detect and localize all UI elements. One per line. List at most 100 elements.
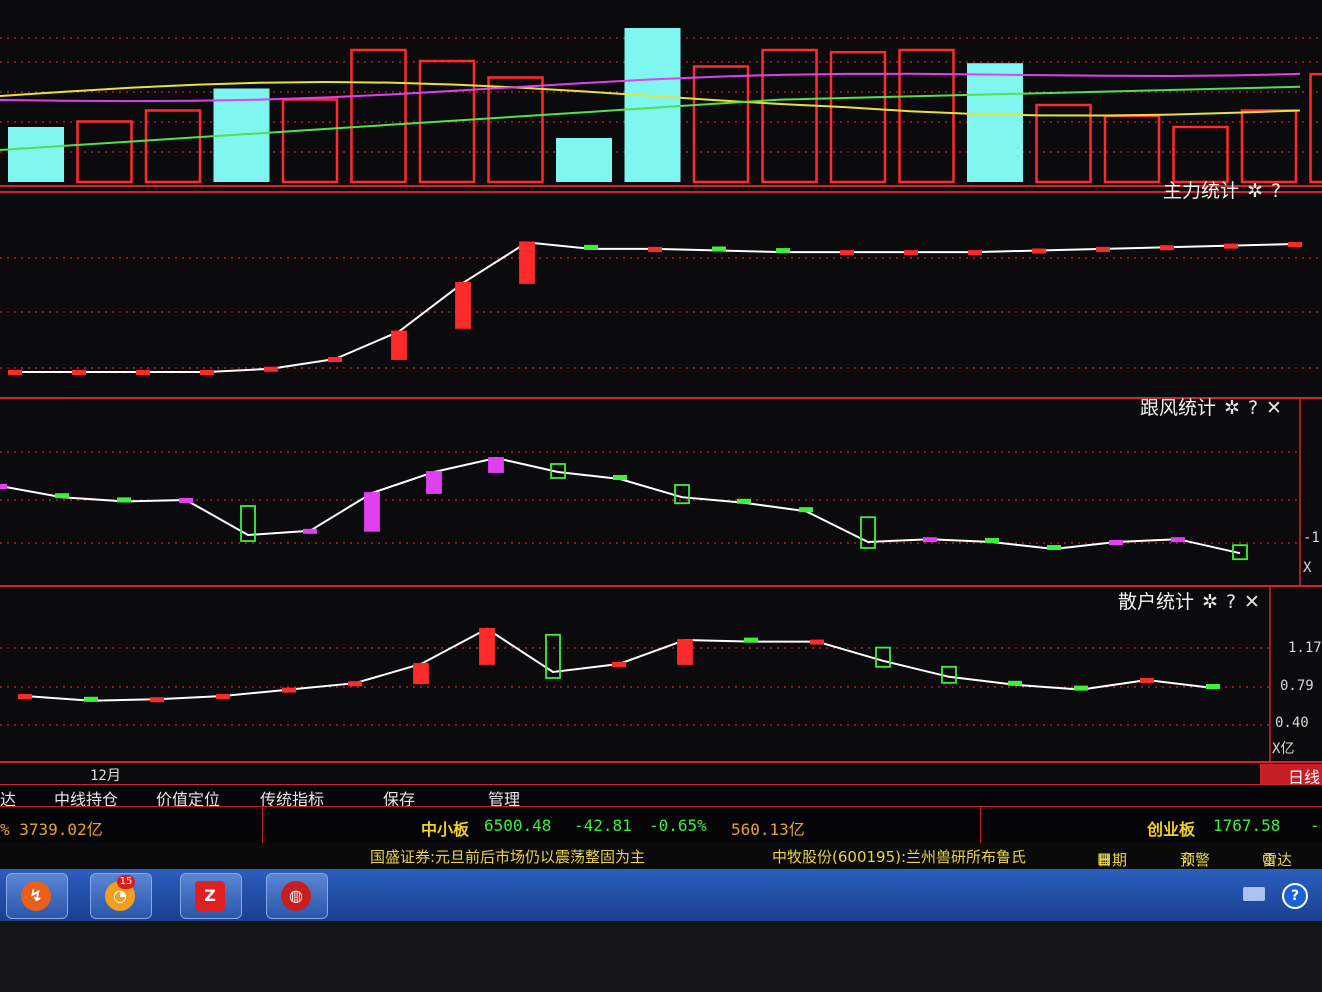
gem-board-name[interactable]: 创业板 xyxy=(1147,816,1195,840)
help-icon[interactable]: ? xyxy=(1271,180,1281,202)
main-stat-candle xyxy=(519,241,535,284)
main-stat-candle xyxy=(968,250,982,256)
follow-axis-unit: X xyxy=(1303,560,1312,576)
retail-axis-tick: 1.17 xyxy=(1288,640,1322,656)
follow-axis-tick: -1 xyxy=(1303,530,1320,546)
main-stat-candle xyxy=(1032,248,1046,254)
follow-stat-candle xyxy=(1171,537,1185,543)
sme-board-pct: -0.65% xyxy=(649,816,707,835)
main-panel-title: 主力统计 xyxy=(1163,180,1240,202)
retail-panel-header: 散户统计 ✲? ✕ xyxy=(1118,587,1260,614)
app-logo-icon: ↯ xyxy=(21,881,51,911)
follow-stat-candle xyxy=(117,497,131,503)
follow-stat-candle xyxy=(55,493,69,499)
close-icon[interactable]: ✕ xyxy=(1244,591,1260,613)
taskbar-app-button[interactable]: ◍ xyxy=(266,873,328,919)
charts-area xyxy=(0,0,1322,784)
follow-stat-candle xyxy=(1109,540,1123,545)
gear-icon[interactable]: ✲ xyxy=(1202,591,1218,613)
volume-bar xyxy=(8,127,64,182)
news-ticker: 国盛证券:元旦前后市场仍以震荡整固为主 中牧股份(600195):兰州兽研所布鲁… xyxy=(0,843,1322,869)
retail-stat-candle xyxy=(1206,684,1220,689)
taskbar-app-button[interactable]: Z xyxy=(180,873,242,919)
help-icon[interactable]: ? xyxy=(1248,397,1258,419)
period-tab-daily[interactable]: 日线 xyxy=(1260,764,1322,787)
monitor-bezel xyxy=(0,921,1322,992)
retail-axis-tick: 0.79 xyxy=(1280,678,1314,694)
retail-stat-candle xyxy=(413,663,429,685)
keyboard-tray-icon[interactable] xyxy=(1243,887,1265,901)
taskbar-app-button[interactable]: ◔ 15 xyxy=(90,873,152,919)
main-stat-candle xyxy=(840,250,854,256)
main-stat-candle xyxy=(328,357,342,363)
app-logo-icon: Z xyxy=(195,881,225,911)
main-stat-candle xyxy=(1160,245,1174,251)
taskbar-app-button[interactable]: ↯ xyxy=(6,873,68,919)
indicator-tabs: 达 中线持仓 价值定位 传统指标 保存 管理 xyxy=(0,784,1322,809)
main-panel-header: 主力统计 ✲? xyxy=(1163,176,1281,203)
gem-board-index: 1767.58 xyxy=(1213,816,1281,835)
sme-board-name[interactable]: 中小板 xyxy=(421,816,469,840)
retail-axis-unit: X亿 xyxy=(1272,741,1295,757)
alert-label: 预警 xyxy=(1180,851,1211,869)
help-icon[interactable]: ? xyxy=(1226,591,1236,613)
main-stat-candle xyxy=(391,330,407,360)
follow-stat-candle xyxy=(613,475,627,480)
retail-stat-candle xyxy=(348,681,362,687)
calendar-label: 日期 xyxy=(1097,851,1128,869)
follow-stat-candle xyxy=(303,528,317,534)
retail-stat-candle xyxy=(150,697,164,703)
gear-icon[interactable]: ✲ xyxy=(1224,397,1240,419)
main-stat-candle xyxy=(584,244,598,250)
follow-stat-candle xyxy=(0,484,7,489)
help-tray-icon[interactable]: ? xyxy=(1282,883,1308,909)
main-stat-candle xyxy=(455,281,471,329)
retail-stat-candle xyxy=(677,639,693,665)
sme-board-amount: 560.13亿 xyxy=(731,820,805,839)
retail-stat-candle xyxy=(612,662,626,667)
notification-badge: 15 xyxy=(117,875,135,889)
follow-stat-candle xyxy=(737,498,751,504)
follow-stat-candle xyxy=(179,498,193,503)
retail-stat-candle xyxy=(1140,678,1154,683)
retail-stat-candle xyxy=(479,627,495,665)
follow-stat-candle xyxy=(985,538,999,543)
volume-bar xyxy=(556,138,612,182)
retail-stat-candle xyxy=(84,696,98,702)
main-stat-candle xyxy=(1288,242,1302,248)
main-stat-candle xyxy=(264,366,278,372)
main-stat-candle xyxy=(8,370,22,375)
retail-stat-candle xyxy=(1074,685,1088,691)
sme-board-change: -42.81 xyxy=(574,816,632,835)
retail-stat-candle xyxy=(1008,680,1022,686)
market-status-bar: % 3739.02亿 中小板 6500.48 -42.81 -0.65% 560… xyxy=(0,806,1322,844)
main-stat-candle xyxy=(1224,243,1238,249)
main-stat-candle xyxy=(72,370,86,375)
news-headline[interactable]: 国盛证券:元旦前后市场仍以震荡整固为主 xyxy=(370,846,645,867)
retail-stat-candle xyxy=(744,637,758,643)
main-stat-candle xyxy=(136,370,150,375)
gear-icon[interactable]: ✲ xyxy=(1247,180,1263,202)
follow-stat-candle xyxy=(364,492,380,532)
main-stat-candle xyxy=(776,248,790,254)
left-index-amount: % 3739.02亿 xyxy=(0,820,103,839)
retail-stat-candle xyxy=(810,639,824,645)
follow-stat-candle xyxy=(426,471,442,494)
close-icon[interactable]: ✕ xyxy=(1266,397,1282,419)
retail-stat-candle xyxy=(282,687,296,693)
gem-board-change: - xyxy=(1310,816,1320,835)
radar-label: 雷达 xyxy=(1262,851,1293,869)
sme-board-index: 6500.48 xyxy=(484,816,552,835)
news-headline[interactable]: 中牧股份(600195):兰州兽研所布鲁氏 xyxy=(772,846,1026,867)
windows-taskbar: ↯ ◔ 15 Z ◍ ? xyxy=(0,869,1322,921)
volume-bar xyxy=(967,63,1023,183)
follow-panel-title: 跟风统计 xyxy=(1140,397,1217,419)
follow-stat-candle xyxy=(799,507,813,513)
retail-stat-candle xyxy=(216,694,230,699)
month-label: 12月 xyxy=(90,768,121,784)
retail-stat-candle xyxy=(18,694,32,699)
follow-panel-header: 跟风统计 ✲? ✕ xyxy=(1140,393,1282,420)
retail-axis-tick: 0.40 xyxy=(1275,715,1309,731)
retail-panel-title: 散户统计 xyxy=(1118,591,1195,613)
volume-bar xyxy=(624,28,681,182)
